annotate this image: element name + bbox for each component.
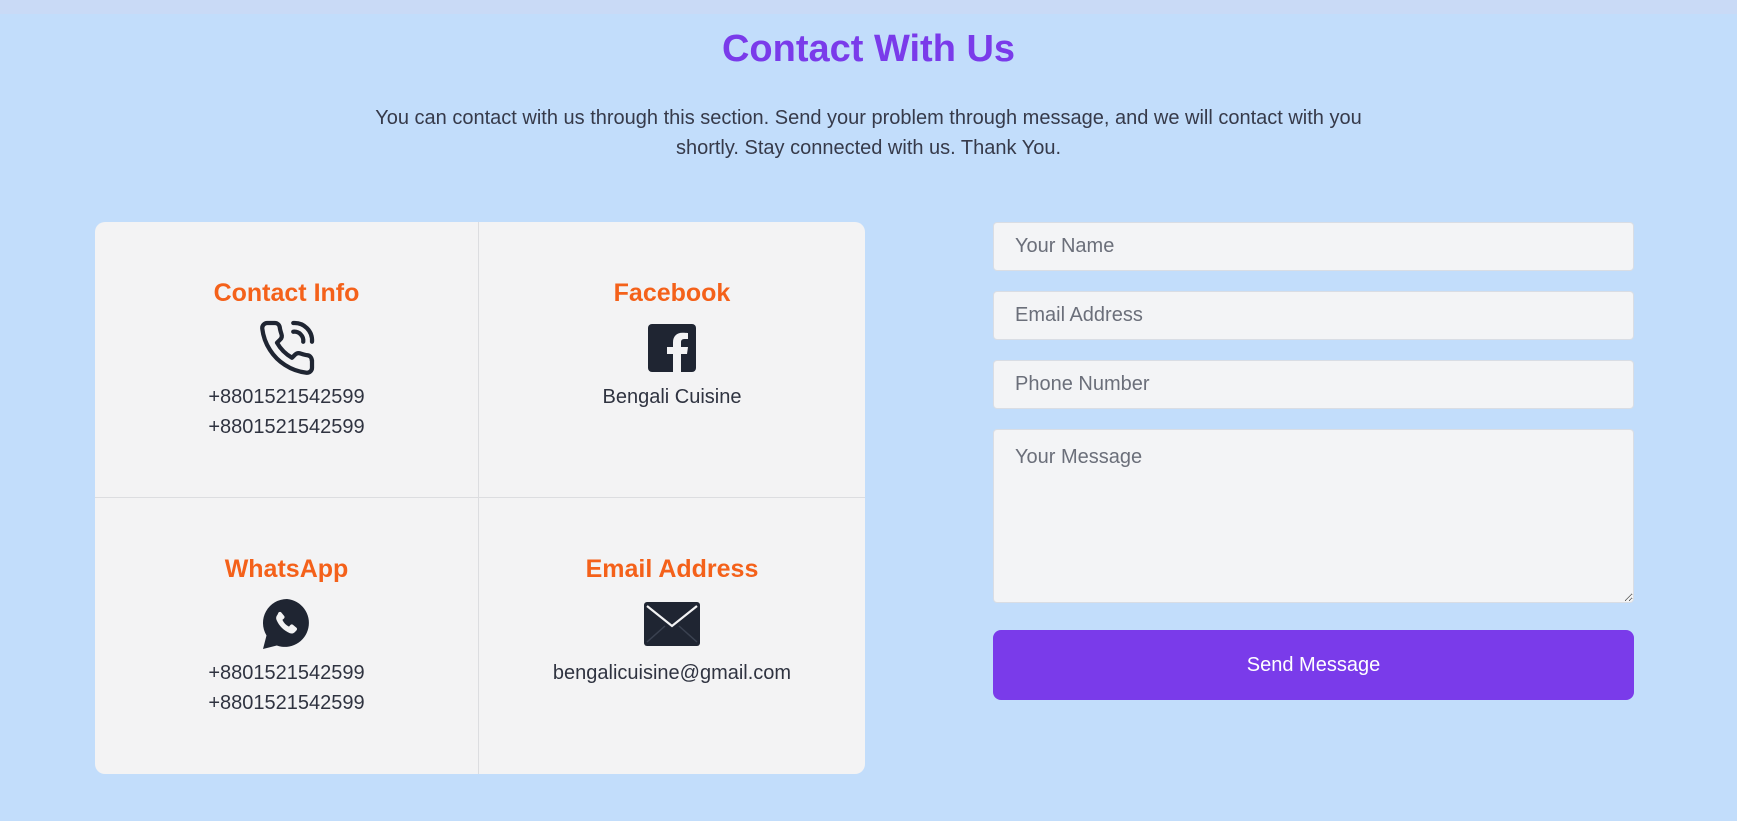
- intro-text: You can contact with us through this sec…: [375, 107, 1362, 159]
- phone-input[interactable]: [993, 360, 1634, 409]
- card-title: Facebook: [613, 279, 731, 307]
- page-title: Contact With Us: [721, 28, 1016, 70]
- top-strip: [0, 0, 1737, 14]
- facebook-icon[interactable]: [648, 318, 696, 378]
- email-card: Email Address bengalicuisine@gmail.com: [479, 498, 865, 774]
- whatsapp-card: WhatsApp +8801521542599 +8801521542599: [95, 498, 479, 774]
- message-textarea[interactable]: [993, 429, 1634, 603]
- send-message-button[interactable]: Send Message: [993, 630, 1634, 700]
- facebook-card: Facebook Bengali Cuisine: [479, 222, 865, 498]
- whatsapp-icon[interactable]: [260, 594, 314, 654]
- name-input[interactable]: [993, 222, 1634, 271]
- phone-number: +8801521542599: [208, 416, 365, 438]
- email-input[interactable]: [993, 291, 1634, 340]
- phone-ringing-icon: [257, 318, 317, 378]
- facebook-page-name[interactable]: Bengali Cuisine: [603, 382, 742, 412]
- contact-form: Send Message: [993, 222, 1634, 700]
- contact-info-card: Contact Info +8801521542599 +88015215425…: [95, 222, 479, 498]
- email-address[interactable]: bengalicuisine@gmail.com: [553, 658, 791, 688]
- card-title: Email Address: [585, 555, 759, 583]
- card-title: WhatsApp: [224, 555, 349, 583]
- envelope-icon[interactable]: [644, 594, 700, 654]
- contact-info-panel: Contact Info +8801521542599 +88015215425…: [95, 222, 865, 774]
- whatsapp-number: +8801521542599: [208, 692, 365, 714]
- card-title: Contact Info: [213, 279, 360, 307]
- phone-number: +8801521542599: [208, 386, 365, 408]
- whatsapp-number: +8801521542599: [208, 662, 365, 684]
